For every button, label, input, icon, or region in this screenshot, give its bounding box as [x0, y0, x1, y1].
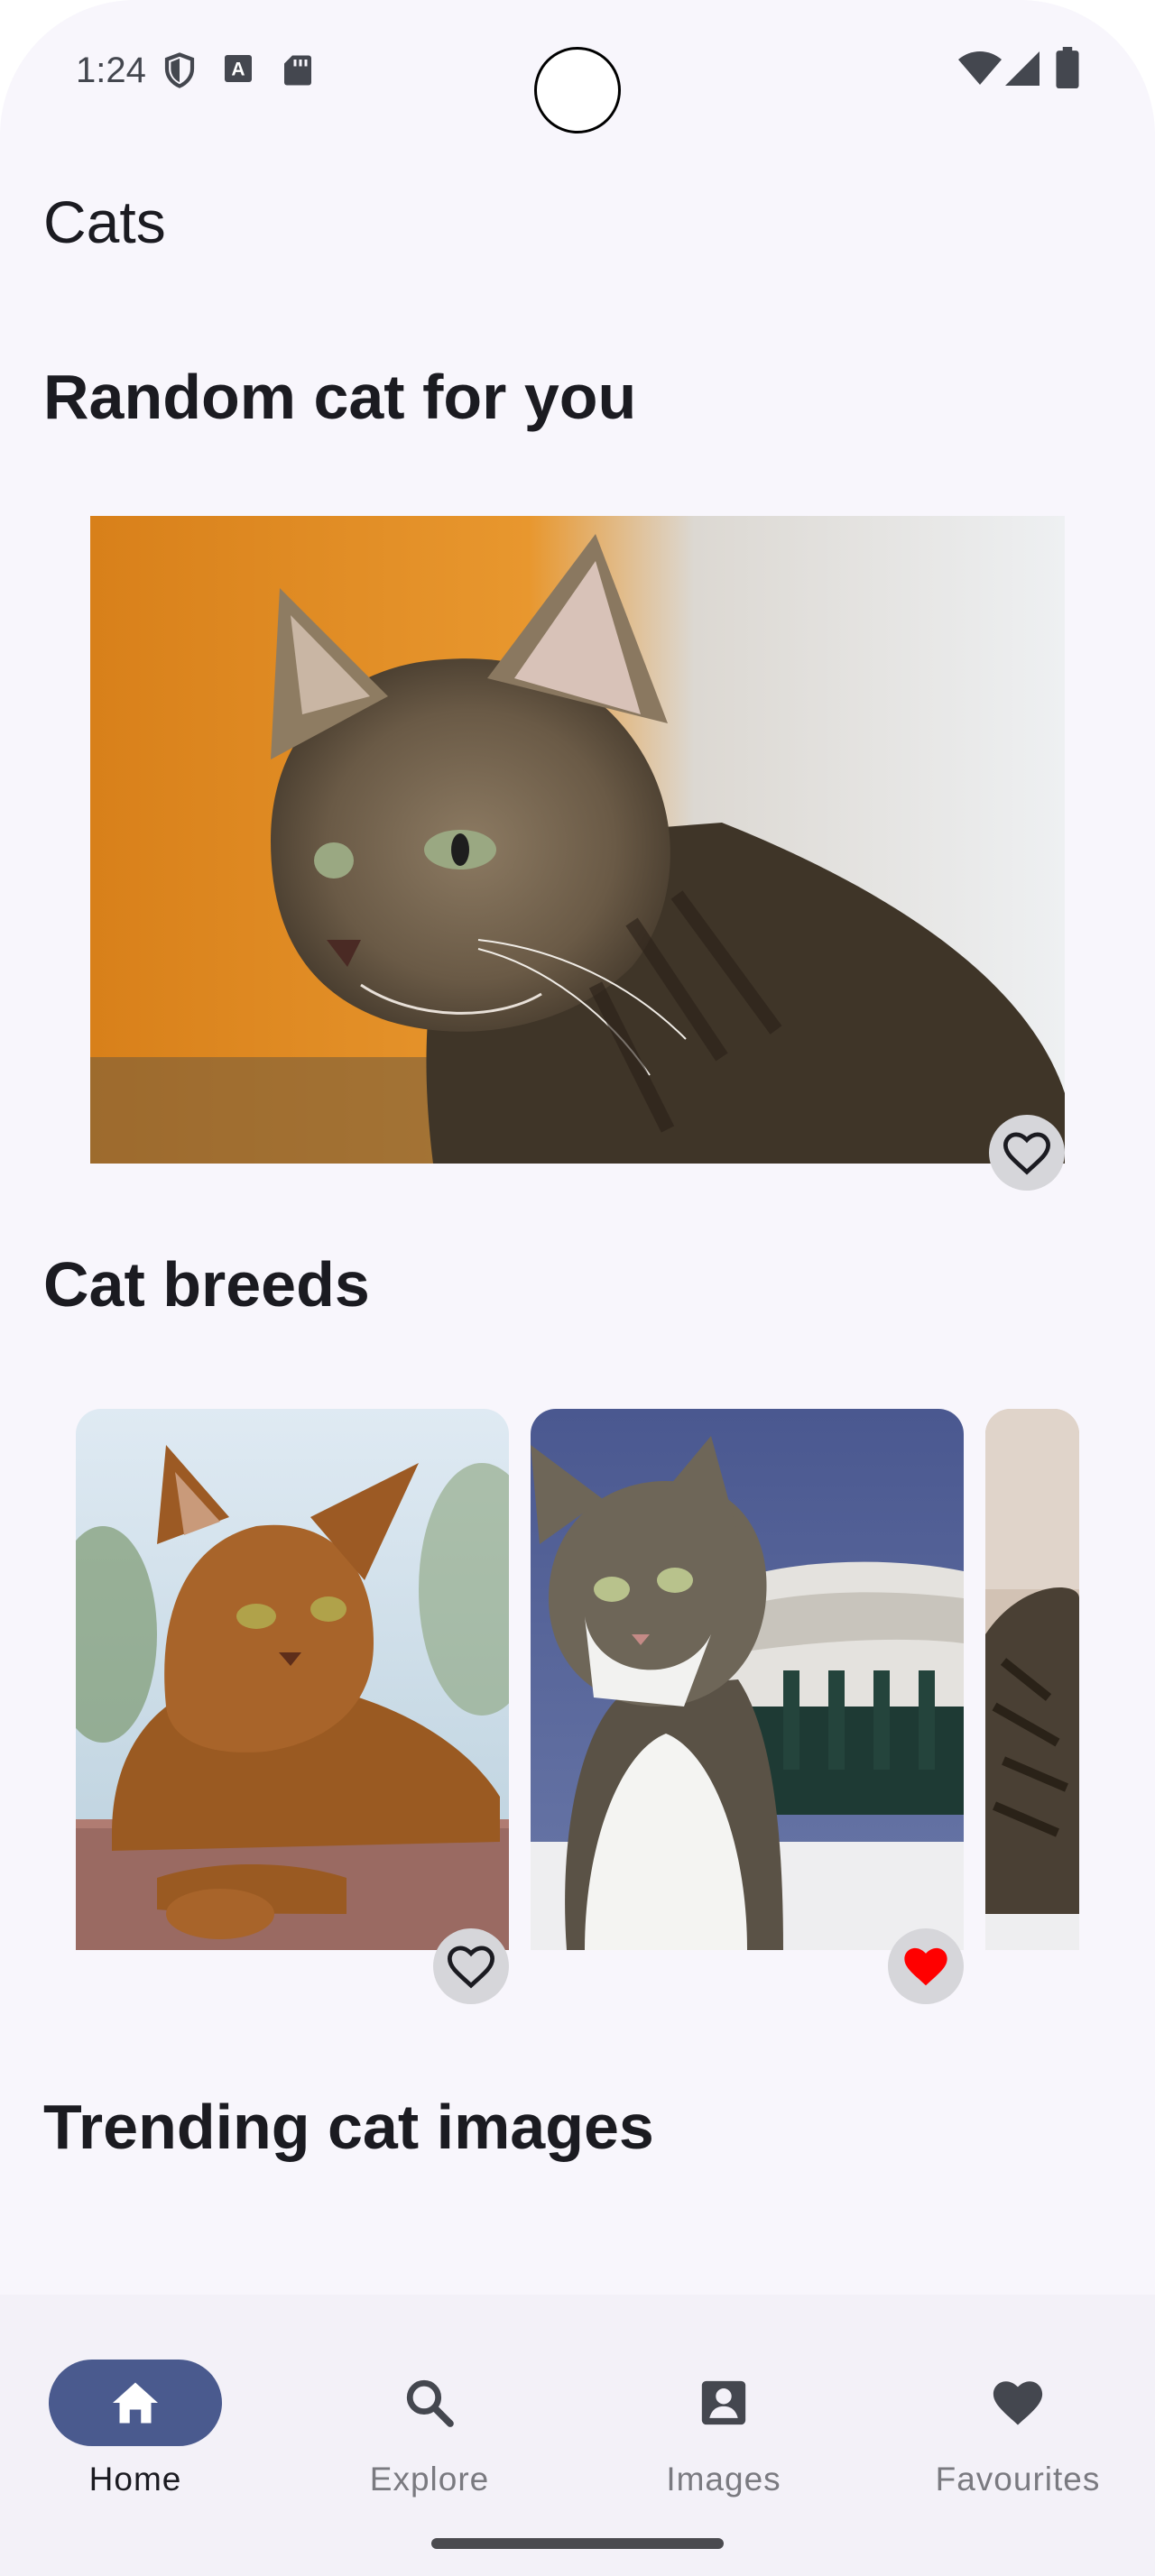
favourites-pill	[931, 2360, 1104, 2446]
heart-outline-icon	[1003, 1132, 1051, 1175]
status-bar: 1:24 A	[0, 0, 1155, 144]
kitten-photo	[90, 516, 1065, 1164]
nav-item-images[interactable]: Images	[606, 2327, 841, 2498]
svg-text:A: A	[231, 60, 245, 80]
keyboard-a-icon: A	[222, 52, 254, 89]
cat-breeds-heading: Cat breeds	[43, 1249, 370, 1320]
breed-1-favourite-button[interactable]	[433, 1928, 509, 2004]
sd-card-icon	[282, 52, 314, 93]
battery-icon	[1056, 47, 1079, 93]
home-gesture-bar[interactable]	[431, 2538, 724, 2549]
heart-outline-icon	[447, 1946, 495, 1989]
camera-cutout	[534, 47, 621, 133]
search-icon	[406, 2379, 454, 2427]
random-cat-favourite-button[interactable]	[989, 1115, 1065, 1191]
home-icon	[113, 2382, 158, 2424]
page-title: Cats	[43, 189, 166, 255]
nav-item-explore[interactable]: Explore	[312, 2327, 547, 2498]
account-box-icon	[701, 2380, 746, 2425]
app-screen: 1:24 A Cats Random cat for you Cat breed…	[0, 0, 1155, 2576]
images-pill	[637, 2360, 810, 2446]
nav-label-images: Images	[666, 2461, 781, 2498]
random-cat-heading: Random cat for you	[43, 362, 637, 432]
nav-item-home[interactable]: Home	[18, 2327, 253, 2498]
wifi-icon	[958, 51, 1002, 91]
nav-label-favourites: Favourites	[935, 2461, 1101, 2498]
breed-2-favourite-button[interactable]	[888, 1928, 964, 2004]
explore-pill	[343, 2360, 516, 2446]
tabby-cat-partial-photo	[985, 1409, 1079, 1950]
nav-label-explore: Explore	[369, 2461, 490, 2498]
heart-filled-icon	[904, 1947, 947, 1986]
vpn-shield-icon	[161, 51, 199, 95]
breed-card-abyssinian[interactable]	[76, 1409, 509, 1950]
random-cat-image[interactable]	[90, 516, 1065, 1164]
abyssinian-cat-photo	[76, 1409, 509, 1950]
trending-heading: Trending cat images	[43, 2092, 654, 2162]
tabby-white-cat-photo	[531, 1409, 964, 1950]
status-time: 1:24	[76, 51, 146, 90]
cellular-signal-icon	[1005, 51, 1040, 91]
home-pill	[49, 2360, 222, 2446]
nav-label-home: Home	[88, 2461, 182, 2498]
heart-icon	[993, 2381, 1043, 2425]
bottom-navigation: Home Explore Images Favourites	[0, 2295, 1155, 2576]
breed-card-tabby-white[interactable]	[531, 1409, 964, 1950]
breed-card-partial[interactable]	[985, 1409, 1079, 1950]
nav-item-favourites[interactable]: Favourites	[901, 2327, 1135, 2498]
